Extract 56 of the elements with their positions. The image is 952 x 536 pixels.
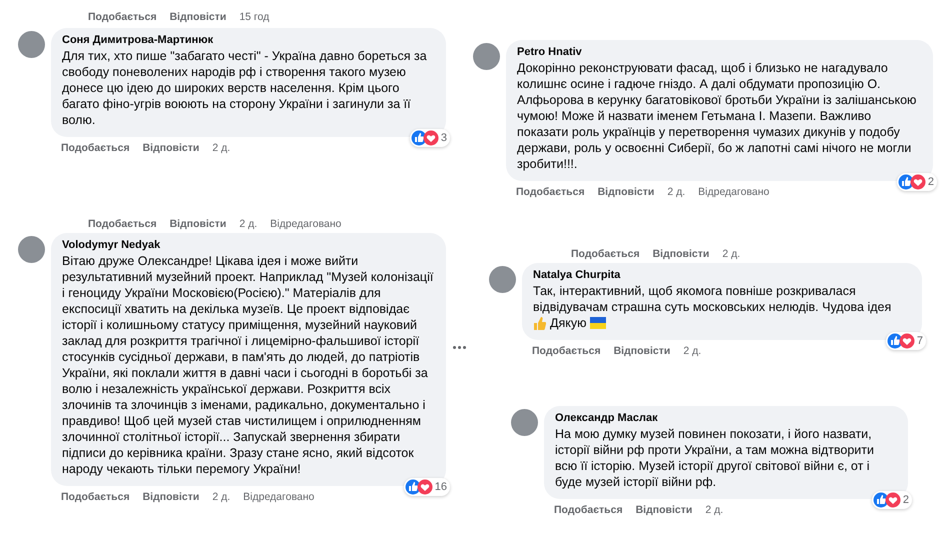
reply-link[interactable]: Відповісти [614, 344, 670, 358]
reaction-count[interactable]: 16 [404, 478, 450, 496]
comment-text: Для тих, хто пише "забагато честі" - Україна давно бореться за свободу поневолених народів рф і створення такого музею донесе цю ідею до широких верств населення. Крім цього багато фіно-угрів воюють на сторону України і загинули за її волю. [62, 48, 428, 128]
like-link[interactable]: Подобається [571, 247, 640, 261]
comment-time[interactable]: 2 д. [683, 344, 702, 358]
reply-link[interactable]: Відповісти [652, 247, 710, 261]
avatar[interactable] [489, 266, 516, 293]
comment-time[interactable]: 15 год [239, 10, 270, 24]
like-link[interactable]: Подобається [532, 344, 601, 358]
flag-icon [590, 317, 606, 329]
comment-time[interactable]: 2 д. [212, 141, 230, 155]
avatar[interactable] [511, 409, 538, 436]
author-name[interactable]: Natalya Churpita [533, 268, 910, 283]
comment-time[interactable]: 2 д. [212, 490, 230, 504]
reply-link[interactable]: Відповісти [636, 503, 692, 517]
thumbs-up-icon [533, 316, 546, 330]
reaction-count[interactable]: 2 [872, 491, 912, 509]
like-link[interactable]: Подобається [516, 185, 585, 199]
reaction-count[interactable]: 3 [410, 129, 450, 147]
author-name[interactable]: Petro Hnativ [517, 45, 921, 60]
like-link[interactable]: Подобається [61, 141, 130, 155]
edited-label: Відредаговано [243, 490, 314, 504]
reactions-icon [410, 130, 439, 146]
reaction-count[interactable]: 7 [886, 332, 926, 350]
avatar[interactable] [473, 43, 500, 70]
edited-label: Відредаговано [270, 217, 342, 231]
comment-time[interactable]: 2 д. [705, 503, 724, 517]
like-link[interactable]: Подобається [61, 490, 130, 504]
comment-time[interactable]: 2 д. [239, 217, 258, 231]
comment-text: Вітаю друже Олександре! Цікава ідея і може вийти результативний музейний проект. Наприклад "Музей колонізації і геноциду України Московією(Росією)." Матеріалів для експосиції хватить на декілька музеїв. Це проект відповідає історії і колишньому статусу приміщення, музейний науковий заклад для розкриття трагічної і лицемірно-фальшивої історії стосунків сусідньої держави, в пам'ять до людей, до патріотів України, які поклали життя в давні часи і сьогодні в боротьбі за волю і незалежність української держави. Розкриття всіх злочинів та злочинців з іменами, радикально, документально і правдиво! Щоб цей музей став чистилищем і оприлюдненням злочинної столітньої історії... Запускай звернення збирати підписи до керівника країни. Зразу стане ясно, який відсоток народу чекають тільки перемогу України! [62, 253, 434, 477]
author-name[interactable]: Соня Димитрова-Мартинюк [62, 33, 434, 48]
reactions-icon [898, 174, 926, 190]
reactions-icon [404, 479, 433, 495]
reply-link[interactable]: Відповісти [170, 217, 226, 231]
edited-label: Відредаговано [698, 185, 770, 199]
like-link[interactable]: Подобається [88, 217, 157, 231]
reactions-icon [886, 333, 915, 349]
author-name[interactable]: Volodymyr Nedyak [62, 238, 434, 253]
comment-text: Так, інтерактивний, щоб якомога повніше розкривалася відвідувачам страшна суть московських нелюдів. Чудова ідея [533, 283, 892, 315]
avatar[interactable] [18, 236, 45, 263]
more-icon[interactable] [452, 345, 466, 349]
reactions-icon [872, 492, 901, 508]
comment-time[interactable]: 2 д. [667, 185, 686, 199]
comment-time[interactable]: 2 д. [722, 247, 740, 261]
reply-link[interactable]: Відповісти [142, 141, 200, 155]
reply-link[interactable]: Відповісти [598, 185, 654, 199]
like-link[interactable]: Подобається [88, 10, 157, 24]
author-name[interactable]: Олександр Маслак [555, 411, 896, 426]
reply-link[interactable]: Відповісти [170, 10, 226, 24]
reply-link[interactable]: Відповісти [142, 490, 200, 504]
comment-text: На мою думку музей повинен покозати, і його назвати, історії війни рф проти України, а там можна відтворити всю її історію. Музей історії другої світової війни є, от і буде музей історії війни рф. [555, 426, 875, 490]
like-link[interactable]: Подобається [554, 503, 623, 517]
avatar[interactable] [18, 31, 45, 58]
comment-text: Докорінно реконструювати фасад, щоб і близько не нагадувало колишнє осине і гадюче гніздо. А далі обдумати пропозицію О. Алфьорова в керунку багатовікової бротьби України із залішанською чумою! Може й назвати іменем Гетьмана І. Мазепи. Важливо показати роль українців у перетворення чумазих дикунів у подобу держави, роль у освоєнні Сиберії, бо ж лапотні самі нічого не могли зробити!!!. [517, 60, 918, 172]
reaction-count[interactable]: 2 [896, 173, 937, 191]
comment-text: Дякую [550, 315, 586, 331]
